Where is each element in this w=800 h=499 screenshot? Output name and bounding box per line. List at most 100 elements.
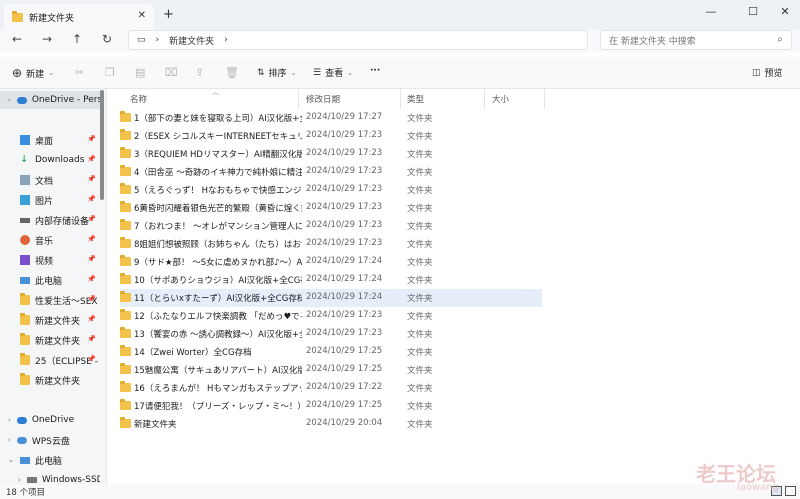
delete-icon[interactable]: 🗑 bbox=[225, 66, 239, 79]
sidebar-item-downloads[interactable]: ↓ Downloads 📌 bbox=[0, 151, 100, 169]
tab-close-icon[interactable]: ✕ bbox=[138, 10, 146, 21]
sidebar-item-videos[interactable]: 视频 📌 bbox=[0, 251, 100, 269]
sidebar-item-pictures[interactable]: 图片 📌 bbox=[0, 191, 100, 209]
sidebar-item-desktop[interactable]: 桌面 📌 bbox=[0, 131, 100, 149]
minimize-button[interactable]: — bbox=[696, 2, 726, 22]
file-date: 2024/10/29 17:25 bbox=[306, 364, 383, 374]
file-name: 新建文件夹 bbox=[134, 420, 177, 430]
sidebar-item-folder[interactable]: 25（ECLIPSE - 目 📌 bbox=[0, 351, 100, 369]
sidebar-item-documents[interactable]: 文档 📌 bbox=[0, 171, 100, 189]
file-row[interactable]: 3（REQUIEM HDリマスター）AI精翻汉化版+... 2024/10/29 … bbox=[120, 145, 542, 163]
column-header-date[interactable]: 修改日期 bbox=[306, 93, 340, 105]
sidebar-item-onedrive[interactable]: › OneDrive bbox=[0, 411, 100, 429]
file-row[interactable]: 1（部下の妻と妹を寝取る上司）AI汉化版+全C... 2024/10/29 17:… bbox=[120, 109, 542, 127]
column-divider[interactable] bbox=[544, 89, 545, 109]
file-name: 17请便犯我！（プリーズ・レップ・ミ～！）AI... bbox=[134, 402, 302, 412]
file-row[interactable]: 9（サド★部！ ～S女に虐めヌかれ部♪～）AI汉... 2024/10/29 17… bbox=[120, 253, 542, 271]
music-icon bbox=[20, 235, 30, 245]
sidebar-item-this-pc[interactable]: ⌄ 此电脑 bbox=[0, 451, 100, 469]
file-row[interactable]: 7（おれつま！ ～オレがマンション管理人にな... 2024/10/29 17:2… bbox=[120, 217, 542, 235]
folder-icon bbox=[120, 399, 131, 410]
folder-icon bbox=[120, 219, 131, 230]
file-name: 16（えろまんが！ Hもマンガもステップアッ... bbox=[134, 384, 302, 394]
breadcrumb-segment[interactable]: 新建文件夹 bbox=[169, 34, 214, 47]
share-icon[interactable]: ⇪ bbox=[195, 66, 204, 79]
sidebar-item-internal-storage[interactable]: 内部存储设备 📌 bbox=[0, 211, 100, 229]
up-button[interactable]: ↑ bbox=[72, 32, 82, 46]
sidebar-item-music[interactable]: 音乐 📌 bbox=[0, 231, 100, 249]
breadcrumb-separator[interactable]: › bbox=[156, 35, 160, 45]
copy-icon[interactable]: ❐ bbox=[105, 66, 115, 79]
file-date: 2024/10/29 17:23 bbox=[306, 310, 383, 320]
file-row[interactable]: 11（とらいxすたーず）AI汉化版+全CG存档 2024/10/29 17:24 文… bbox=[120, 289, 542, 307]
sidebar-item-this-pc-pinned[interactable]: 此电脑 📌 bbox=[0, 271, 100, 289]
sidebar-item-wps-cloud[interactable]: › WPS云盘 bbox=[0, 431, 100, 449]
new-tab-button[interactable]: + bbox=[163, 7, 174, 22]
file-row[interactable]: 13（饗宴の赤 ～誘心調教録～）AI汉化版+全... 2024/10/29 17:… bbox=[120, 325, 542, 343]
column-header-type[interactable]: 类型 bbox=[407, 93, 424, 105]
column-divider[interactable] bbox=[484, 89, 485, 109]
large-icons-view-button[interactable] bbox=[785, 486, 796, 496]
forward-button[interactable]: → bbox=[42, 32, 52, 46]
file-type: 文件夹 bbox=[407, 276, 433, 286]
sidebar-item-folder[interactable]: 新建文件夹 📌 bbox=[0, 331, 100, 349]
sidebar-item-folder[interactable]: 新建文件夹 bbox=[0, 371, 100, 389]
file-row[interactable]: 2（ESEX シコルスキーINTERNEETセキュリテ... 2024/10/29… bbox=[120, 127, 542, 145]
file-row[interactable]: 5（えろぐっず！ Hなおもちゃで快感エンジョ... 2024/10/29 17:2… bbox=[120, 181, 542, 199]
sidebar-item-folder[interactable]: 新建文件夹 📌 bbox=[0, 311, 100, 329]
column-divider[interactable] bbox=[400, 89, 401, 109]
back-button[interactable]: ← bbox=[12, 32, 22, 46]
file-row[interactable]: 4（田舎巫 ～奇跡のイキ神力で純朴娘に精注入... 2024/10/29 17:2… bbox=[120, 163, 542, 181]
sort-button-label: 排序 bbox=[268, 69, 287, 79]
refresh-button[interactable]: ↻ bbox=[102, 32, 112, 46]
sort-button[interactable]: ⇅ 排序 ⌄ bbox=[257, 66, 296, 80]
file-row[interactable]: 14（Zwei Worter）全CG存档 2024/10/29 17:25 文件夹 bbox=[120, 343, 542, 361]
drive-icon bbox=[20, 217, 30, 223]
file-row[interactable]: 6黄昏时闪耀着银色光芒的繁殿（黄昏に煌く銀... 2024/10/29 17:23… bbox=[120, 199, 542, 217]
preview-button[interactable]: ◫ 预览 bbox=[752, 66, 783, 80]
sidebar-item-label: 桌面 bbox=[35, 136, 54, 147]
view-button[interactable]: ☰ 查看 ⌄ bbox=[313, 66, 353, 80]
navigation-pane: › OneDrive - Persona 桌面 📌 ↓ Downloads 📌 … bbox=[0, 89, 107, 484]
folder-icon bbox=[120, 291, 131, 302]
folder-icon bbox=[120, 381, 131, 392]
file-row[interactable]: 16（えろまんが！ Hもマンガもステップアッ... 2024/10/29 17:2… bbox=[120, 379, 542, 397]
file-name: 1（部下の妻と妹を寝取る上司）AI汉化版+全C... bbox=[134, 114, 302, 124]
close-window-button[interactable]: ✕ bbox=[770, 2, 800, 22]
more-options-button[interactable]: ··· bbox=[370, 66, 380, 76]
tab-new-folder[interactable]: 新建文件夹 ✕ bbox=[4, 4, 154, 30]
pin-icon: 📌 bbox=[87, 215, 96, 223]
column-header-name[interactable]: 名称 bbox=[130, 93, 147, 105]
search-input[interactable]: 在 新建文件夹 中搜索 ⌕ bbox=[600, 30, 792, 50]
file-type: 文件夹 bbox=[407, 402, 433, 412]
sidebar-item-onedrive-personal[interactable]: › OneDrive - Persona bbox=[0, 91, 100, 109]
address-bar[interactable]: ▭ › 新建文件夹 › bbox=[128, 30, 588, 50]
cut-icon[interactable]: ✂ bbox=[75, 66, 84, 79]
file-row[interactable]: 8姐姐们想被照顾（お姉ちゃん（たち）はお世... 2024/10/29 17:23… bbox=[120, 235, 542, 253]
sidebar-item-windows-ssd[interactable]: › Windows-SSD (C bbox=[0, 471, 100, 484]
file-date: 2024/10/29 17:23 bbox=[306, 220, 383, 230]
file-type: 文件夹 bbox=[407, 114, 433, 124]
file-type: 文件夹 bbox=[407, 384, 433, 394]
maximize-button[interactable]: ☐ bbox=[738, 2, 768, 22]
sidebar-item-folder[interactable]: 性爱生活～SEX 📌 bbox=[0, 291, 100, 309]
drive-icon bbox=[26, 477, 37, 483]
new-button[interactable]: ⊕ 新建 ⌄ bbox=[12, 66, 54, 80]
column-divider[interactable] bbox=[298, 89, 299, 109]
file-row[interactable]: 12（ふたなりエルフ快楽調教 「だめっ♥でる... 2024/10/29 17:2… bbox=[120, 307, 542, 325]
file-date: 2024/10/29 17:24 bbox=[306, 292, 383, 302]
sidebar-item-label: 音乐 bbox=[35, 236, 54, 247]
pin-icon: 📌 bbox=[87, 195, 96, 203]
file-row[interactable]: 15魅魔公寓（サキュあリアパート）AI汉化版+... 2024/10/29 17:… bbox=[120, 361, 542, 379]
file-row[interactable]: 10（サポありショウジョ）AI汉化版+全CG存档 2024/10/29 17:24… bbox=[120, 271, 542, 289]
breadcrumb-separator[interactable]: › bbox=[224, 35, 228, 45]
file-row[interactable]: 新建文件夹 2024/10/29 20:04 文件夹 bbox=[120, 415, 542, 433]
sidebar-item-label: Windows-SSD (C bbox=[41, 475, 100, 484]
paste-icon[interactable]: ▤ bbox=[135, 66, 145, 79]
rename-icon[interactable]: ⌧ bbox=[165, 66, 178, 79]
column-header-size[interactable]: 大小 bbox=[492, 93, 509, 105]
cloud-icon bbox=[16, 416, 27, 424]
sidebar-item-label: 视频 bbox=[35, 256, 54, 267]
file-row[interactable]: 17请便犯我！（プリーズ・レップ・ミ～！）AI... 2024/10/29 17:… bbox=[120, 397, 542, 415]
sidebar-scrollbar[interactable] bbox=[100, 90, 104, 200]
